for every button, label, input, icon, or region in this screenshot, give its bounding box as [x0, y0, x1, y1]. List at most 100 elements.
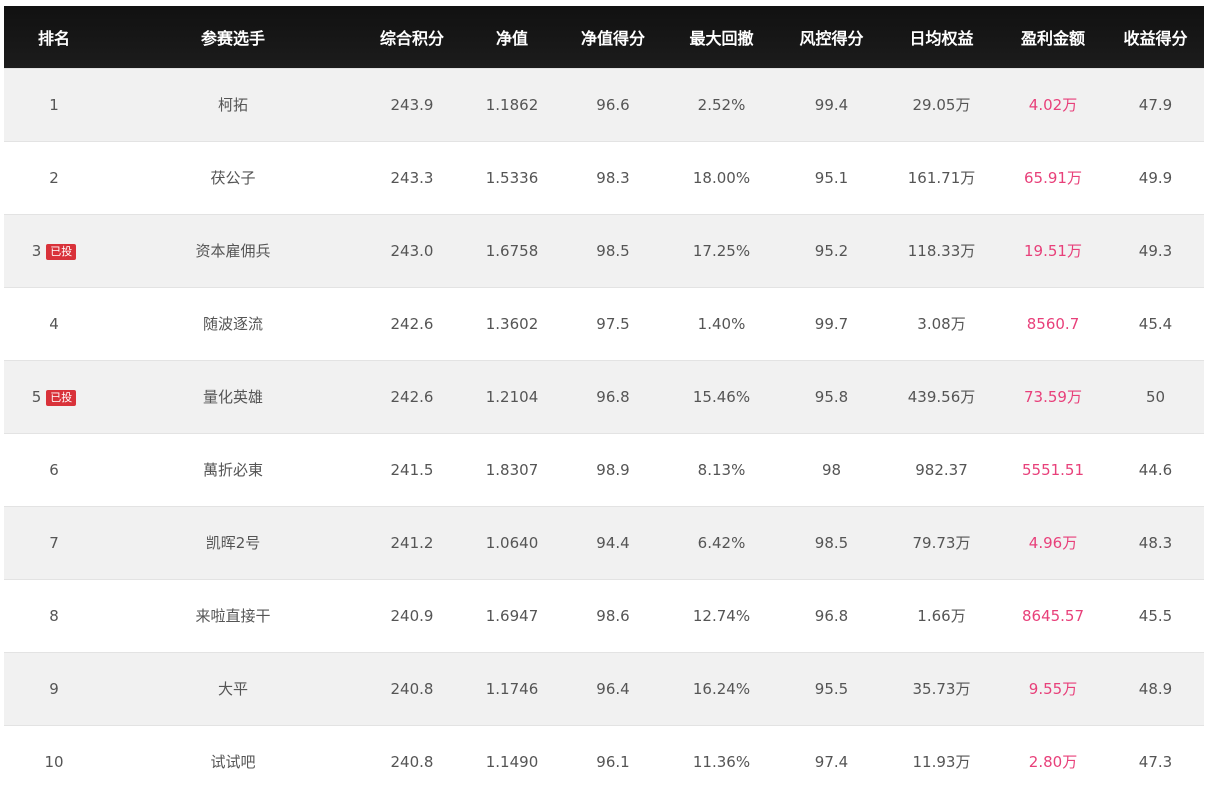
profit-cell-text: 4.96万 — [1028, 534, 1078, 552]
nav-cell: 1.5336 — [462, 141, 562, 214]
table-row[interactable]: 7 凯晖2号 241.2 1.0640 94.4 6.42% 98.5 79.73万 4.96万… — [4, 506, 1204, 579]
daily-equity-cell: 35.73万 — [884, 652, 999, 725]
nav-cell-text: 1.1746 — [485, 679, 539, 698]
return-score-cell: 49.3 — [1107, 214, 1204, 287]
risk-score-cell: 99.4 — [779, 68, 884, 141]
nav-cell-text: 1.1490 — [485, 752, 539, 771]
return-score-cell: 44.6 — [1107, 433, 1204, 506]
player-name-text: 大平 — [217, 680, 248, 698]
player-name[interactable]: 茯公子 — [104, 141, 362, 214]
header-profit[interactable]: 盈利金额 — [999, 6, 1107, 68]
table-row[interactable]: 9 大平 240.8 1.1746 96.4 16.24% 95.5 35.73万 9.55万 4… — [4, 652, 1204, 725]
player-name[interactable]: 量化英雄 — [104, 360, 362, 433]
profit-cell-text: 8560.7 — [1026, 314, 1080, 333]
daily-equity-cell: 29.05万 — [884, 68, 999, 141]
rank-cell-text: 4 — [49, 314, 59, 333]
total-score-cell: 240.8 — [362, 652, 462, 725]
nav-score-cell: 98.3 — [562, 141, 664, 214]
header-rank[interactable]: 排名 — [4, 6, 104, 68]
daily-equity-cell-text: 118.33万 — [907, 242, 976, 260]
total-score-cell-text: 240.8 — [390, 752, 434, 771]
rank-cell: 3 已投 — [4, 214, 104, 287]
nav-score-cell: 98.5 — [562, 214, 664, 287]
rank-cell: 7 — [4, 506, 104, 579]
risk-score-cell: 98 — [779, 433, 884, 506]
nav-score-cell-text: 96.4 — [596, 679, 630, 698]
return-score-cell-text: 45.5 — [1138, 606, 1173, 625]
player-name-text: 萬折必東 — [202, 461, 263, 479]
max-drawdown-cell-text: 1.40% — [697, 314, 746, 333]
max-drawdown-cell-text: 2.52% — [697, 95, 746, 114]
nav-cell: 1.2104 — [462, 360, 562, 433]
table-row[interactable]: 8 来啦直接干 240.9 1.6947 98.6 12.74% 96.8 1.66万 8645… — [4, 579, 1204, 652]
table-row[interactable]: 6 萬折必東 241.5 1.8307 98.9 8.13% 98 982.37 5551.51… — [4, 433, 1204, 506]
player-name[interactable]: 资本雇佣兵 — [104, 214, 362, 287]
rank-cell-text: 9 — [49, 679, 59, 698]
max-drawdown-cell-text: 8.13% — [697, 460, 746, 479]
return-score-cell-text: 44.6 — [1138, 460, 1173, 479]
header-risk-score[interactable]: 风控得分 — [779, 6, 884, 68]
nav-cell-text: 1.3602 — [485, 314, 539, 333]
invested-badge: 已投 — [46, 389, 77, 406]
risk-score-cell-text: 97.4 — [814, 752, 849, 771]
profit-cell-text: 4.02万 — [1028, 96, 1078, 114]
header-player[interactable]: 参赛选手 — [104, 6, 362, 68]
table-row[interactable]: 2 茯公子 243.3 1.5336 98.3 18.00% 95.1 161.71万 65.9… — [4, 141, 1204, 214]
max-drawdown-cell: 16.24% — [664, 652, 779, 725]
header-max-drawdown[interactable]: 最大回撤 — [664, 6, 779, 68]
player-name[interactable]: 萬折必東 — [104, 433, 362, 506]
nav-cell: 1.1490 — [462, 725, 562, 798]
risk-score-cell-text: 95.2 — [814, 241, 849, 260]
profit-cell: 19.51万 — [999, 214, 1107, 287]
header-total-score[interactable]: 综合积分 — [362, 6, 462, 68]
risk-score-cell: 96.8 — [779, 579, 884, 652]
profit-cell-text: 65.91万 — [1024, 169, 1082, 187]
table-row[interactable]: 4 随波逐流 242.6 1.3602 97.5 1.40% 99.7 3.08万 8560.7… — [4, 287, 1204, 360]
profit-cell: 9.55万 — [999, 652, 1107, 725]
header-nav-score[interactable]: 净值得分 — [562, 6, 664, 68]
player-name[interactable]: 试试吧 — [104, 725, 362, 798]
profit-cell-text: 19.51万 — [1024, 242, 1082, 260]
rank-cell-text: 7 — [49, 533, 59, 552]
profit-cell-text: 2.80万 — [1028, 753, 1078, 772]
player-name[interactable]: 大平 — [104, 652, 362, 725]
invested-badge: 已投 — [46, 243, 77, 260]
player-name[interactable]: 柯拓 — [104, 68, 362, 141]
max-drawdown-cell: 15.46% — [664, 360, 779, 433]
daily-equity-cell-text: 1.66万 — [917, 607, 966, 625]
header-daily-equity[interactable]: 日均权益 — [884, 6, 999, 68]
nav-cell-text: 1.5336 — [485, 168, 539, 187]
daily-equity-cell: 3.08万 — [884, 287, 999, 360]
daily-equity-cell-text: 79.73万 — [912, 534, 971, 552]
rank-cell-text: 10 — [44, 752, 64, 771]
max-drawdown-cell-text: 18.00% — [692, 168, 751, 187]
return-score-cell-text: 50 — [1145, 387, 1166, 406]
risk-score-cell: 95.2 — [779, 214, 884, 287]
total-score-cell-text: 241.2 — [390, 533, 434, 552]
player-name[interactable]: 凯晖2号 — [104, 506, 362, 579]
daily-equity-cell: 161.71万 — [884, 141, 999, 214]
risk-score-cell: 95.5 — [779, 652, 884, 725]
return-score-cell-text: 45.4 — [1138, 314, 1173, 333]
return-score-cell: 45.4 — [1107, 287, 1204, 360]
return-score-cell-text: 48.3 — [1138, 533, 1173, 552]
max-drawdown-cell-text: 12.74% — [692, 606, 751, 625]
header-return-score[interactable]: 收益得分 — [1107, 6, 1204, 68]
table-row[interactable]: 1 柯拓 243.9 1.1862 96.6 2.52% 99.4 29.05万 4.02万 47… — [4, 68, 1204, 141]
max-drawdown-cell-text: 15.46% — [692, 387, 751, 406]
table-row[interactable]: 10 试试吧 240.8 1.1490 96.1 11.36% 97.4 11.93万 2.80… — [4, 725, 1204, 798]
header-nav[interactable]: 净值 — [462, 6, 562, 68]
nav-score-cell: 96.1 — [562, 725, 664, 798]
table-row[interactable]: 5 已投 量化英雄 242.6 1.2104 96.8 15.46% 95.8 439.56万 7… — [4, 360, 1204, 433]
nav-score-cell: 94.4 — [562, 506, 664, 579]
nav-score-cell-text: 96.1 — [596, 752, 630, 771]
nav-cell: 1.6947 — [462, 579, 562, 652]
rank-cell: 10 — [4, 725, 104, 798]
total-score-cell-text: 241.5 — [390, 460, 434, 479]
return-score-cell-text: 49.9 — [1138, 168, 1173, 187]
profit-cell: 8560.7 — [999, 287, 1107, 360]
return-score-cell-text: 47.3 — [1138, 752, 1173, 771]
player-name[interactable]: 来啦直接干 — [104, 579, 362, 652]
player-name[interactable]: 随波逐流 — [104, 287, 362, 360]
table-row[interactable]: 3 已投 资本雇佣兵 243.0 1.6758 98.5 17.25% 95.2 118.33万… — [4, 214, 1204, 287]
